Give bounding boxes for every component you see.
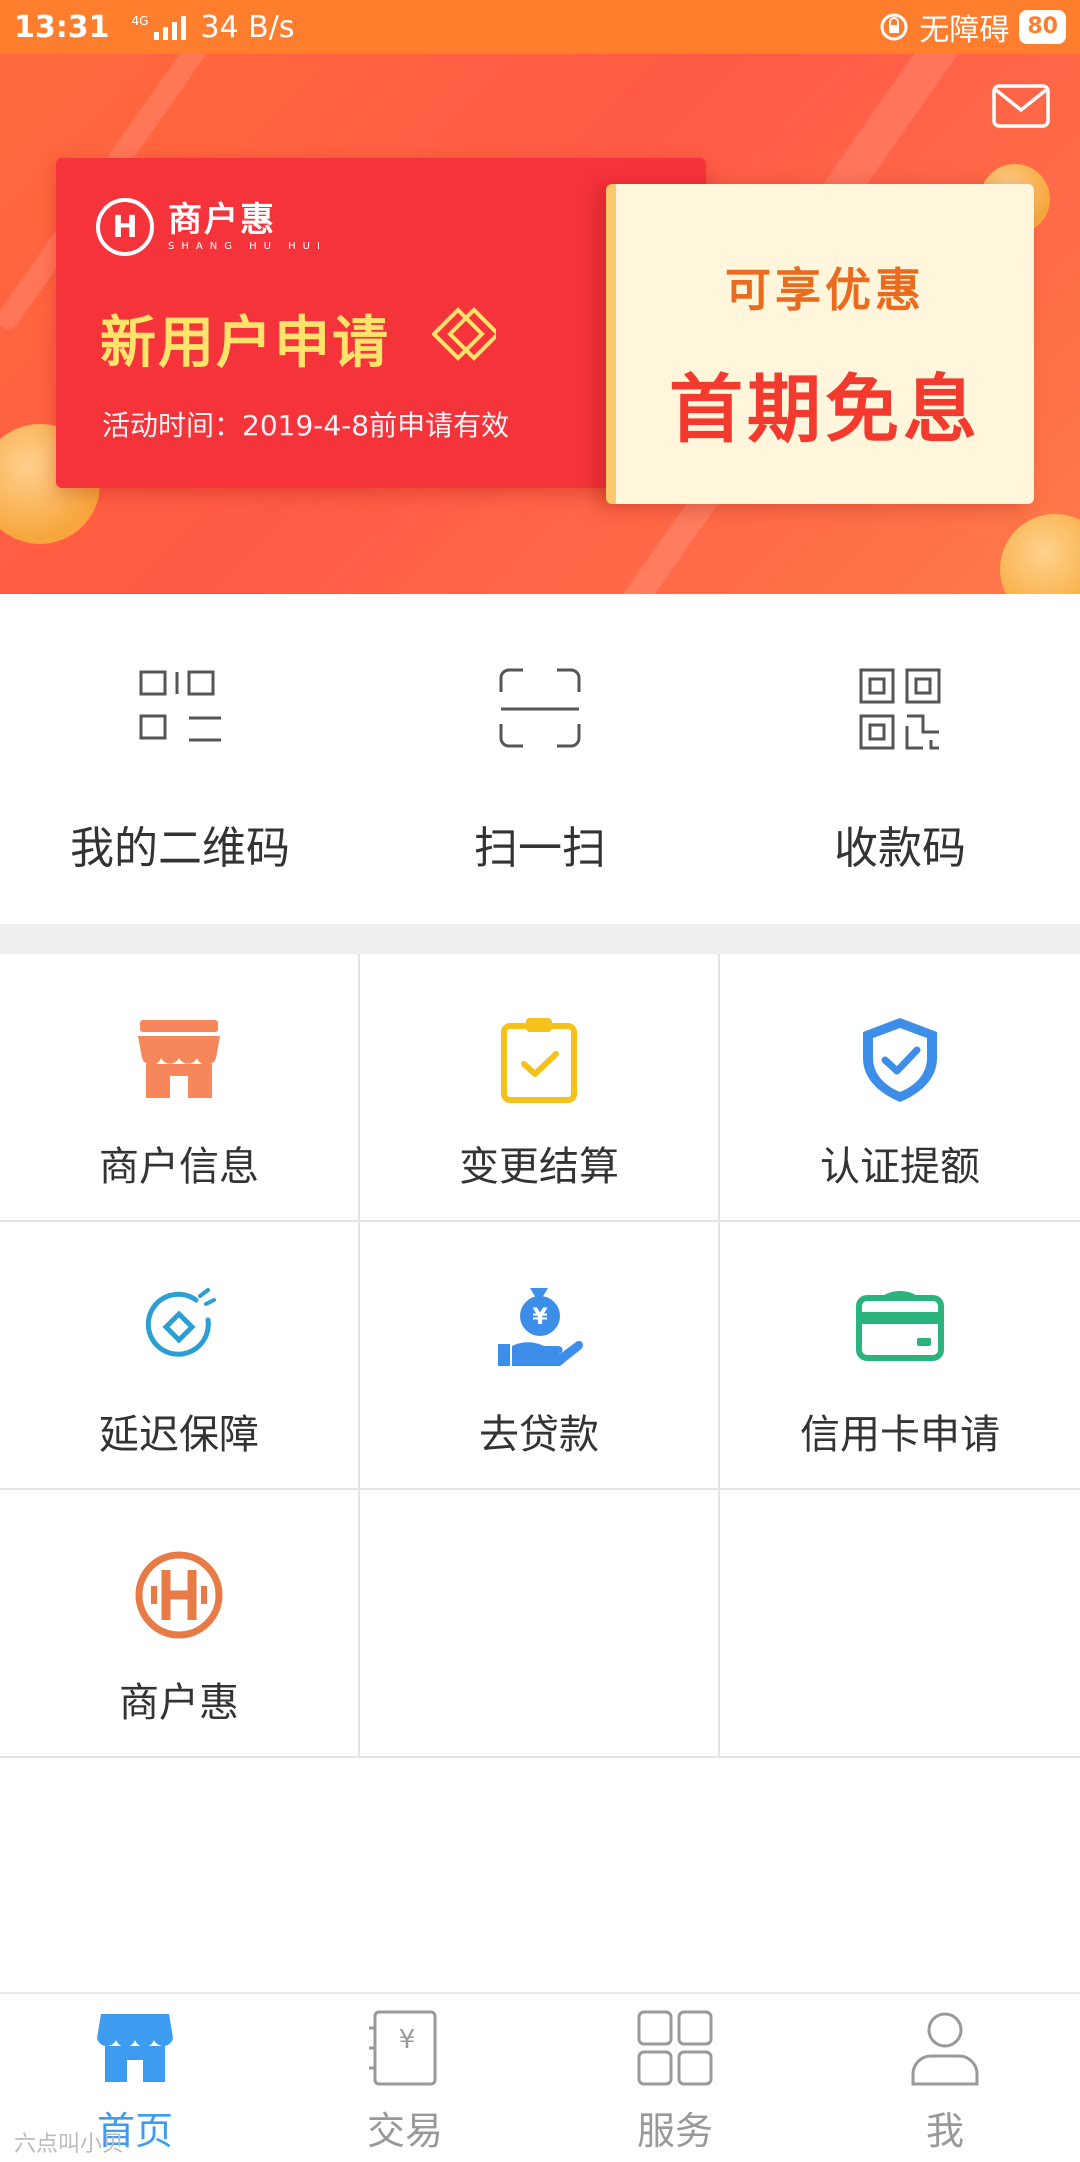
coin-decoration	[1000, 514, 1080, 594]
service-label: 商户惠	[119, 1680, 239, 1726]
my-qrcode-button[interactable]: 我的二维码	[0, 594, 360, 924]
credit-card-icon	[856, 1291, 944, 1361]
my-qrcode-icon	[139, 670, 221, 742]
tab-label: 交易	[366, 2109, 443, 2153]
service-item-credit-card[interactable]: 信用卡申请	[720, 1222, 1080, 1490]
tab-transaction[interactable]: ¥ 交易	[270, 1994, 540, 2162]
offer-title: 首期免息	[669, 367, 981, 453]
tab-profile[interactable]: 我	[810, 1994, 1080, 2162]
mail-icon[interactable]	[992, 84, 1050, 128]
shield-check-icon	[863, 1018, 937, 1102]
payment-qrcode-icon	[859, 668, 941, 750]
transaction-icon: ¥	[369, 2010, 437, 2086]
shanghuhui-logo-icon: H	[96, 198, 154, 256]
service-item-merchant-info[interactable]: 商户信息	[0, 954, 360, 1222]
scan-button[interactable]: 扫一扫	[360, 594, 720, 924]
payment-qrcode-button[interactable]: 收款码	[720, 594, 1080, 924]
brand-logo: H 商户惠 SHANG HU HUI	[96, 198, 327, 256]
tab-services[interactable]: 服务	[540, 1994, 810, 2162]
scan-icon	[499, 668, 581, 748]
my-qrcode-label: 我的二维码	[70, 823, 290, 874]
shanghuhui-logo-icon	[135, 1551, 223, 1639]
quick-actions: 我的二维码 扫一扫 收款码	[0, 594, 1080, 924]
signal-icon: 4G	[132, 14, 187, 40]
service-label: 信用卡申请	[800, 1412, 1000, 1458]
brand-subtitle: SHANG HU HUI	[168, 240, 327, 252]
brand-name: 商户惠	[168, 199, 276, 240]
services-grid-icon	[637, 2010, 713, 2086]
tab-label: 我	[925, 2109, 964, 2153]
service-item-shanghuhui[interactable]: 商户惠	[0, 1490, 360, 1758]
promo-title: 新用户申请	[100, 311, 390, 376]
service-item-delay-guarantee[interactable]: 延迟保障	[0, 1222, 360, 1490]
service-label: 延迟保障	[99, 1412, 259, 1458]
home-store-icon	[97, 2014, 173, 2082]
scan-label: 扫一扫	[474, 823, 606, 874]
offer-card: 可享优惠 首期免息	[606, 184, 1034, 504]
network-speed: 34 B/s	[200, 9, 295, 45]
service-item-loan[interactable]: ¥ 去贷款	[360, 1222, 720, 1490]
status-time: 13:31	[14, 9, 110, 45]
accessibility-icon	[880, 13, 908, 41]
service-item-change-settlement[interactable]: 变更结算	[360, 954, 720, 1222]
status-bar: 13:31 4G 34 B/s 无障碍 80	[0, 0, 1080, 54]
service-item-verify-limit[interactable]: 认证提额	[720, 954, 1080, 1222]
profile-icon	[911, 2012, 979, 2086]
section-divider	[0, 924, 1080, 954]
diamond-icon	[432, 307, 496, 361]
svg-text:¥: ¥	[532, 1305, 548, 1330]
delay-guarantee-icon	[145, 1288, 216, 1357]
bottom-nav: 首页 ¥ 交易 服务 我	[0, 1992, 1080, 2162]
clipboard-check-icon	[501, 1018, 577, 1103]
promo-date: 活动时间：2019-4-8前申请有效	[102, 409, 510, 442]
service-label: 变更结算	[459, 1144, 619, 1190]
service-label: 商户信息	[99, 1144, 259, 1190]
tab-label: 服务	[636, 2109, 713, 2153]
service-label: 认证提额	[820, 1144, 980, 1190]
accessibility-label: 无障碍	[919, 13, 1010, 48]
loan-money-bag-icon: ¥	[498, 1288, 583, 1366]
watermark: 六点叫小贝	[14, 2132, 125, 2157]
service-label: 去贷款	[479, 1412, 599, 1458]
battery-indicator: 80	[1019, 10, 1066, 44]
svg-text:¥: ¥	[399, 2025, 416, 2055]
store-icon	[138, 1020, 220, 1098]
empty-cell	[360, 1490, 720, 1758]
payment-qrcode-label: 收款码	[834, 823, 966, 874]
network-type: 4G	[131, 14, 149, 28]
empty-cell	[720, 1490, 1080, 1758]
offer-subtitle: 可享优惠	[725, 263, 925, 317]
promo-banner[interactable]: H 商户惠 SHANG HU HUI 新用户申请 活动时间：2019-4-8前申…	[0, 54, 1080, 594]
service-grid: 商户信息 变更结算 认证提额 延迟保障 ¥ 去贷款 信用卡申请 商户惠	[0, 954, 1080, 1758]
